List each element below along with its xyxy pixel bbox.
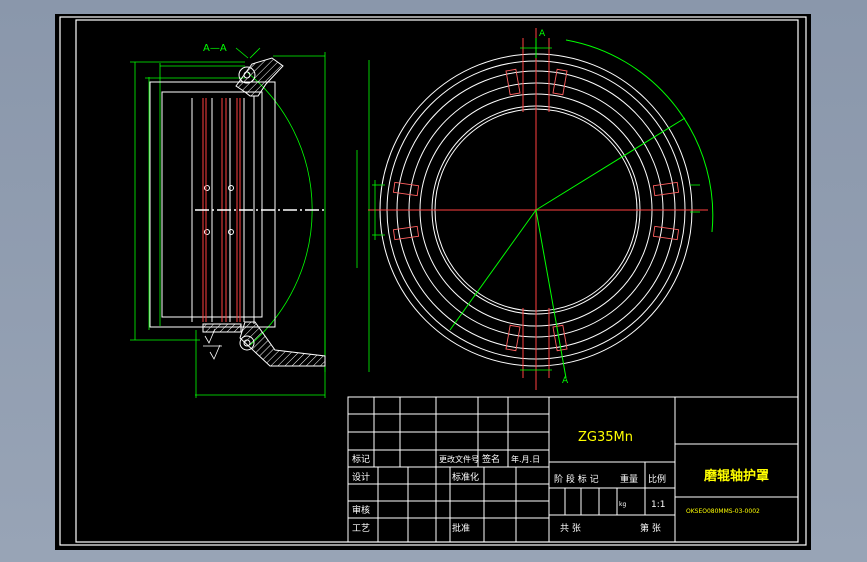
plan-view: A A [368, 28, 714, 390]
section-label: A—A [203, 43, 227, 54]
drawing-canvas[interactable]: A—A A A 标记 更改文件号 签名 年.月.日 设计 标准化 审核 工艺 批… [55, 14, 811, 550]
tb-process: 工艺 [352, 523, 370, 534]
tb-ratio: 比例 [648, 473, 666, 485]
title-block: 标记 更改文件号 签名 年.月.日 设计 标准化 审核 工艺 批准 阶 段 标 … [347, 396, 799, 543]
material-label: ZG35Mn [578, 430, 633, 445]
drawing-viewport[interactable]: A—A A A 标记 更改文件号 签名 年.月.日 设计 标准化 审核 工艺 批… [55, 14, 811, 550]
part-name: 磨辊轴护罩 [704, 468, 769, 484]
tb-change-doc: 更改文件号 [439, 454, 479, 464]
tb-date: 年.月.日 [511, 454, 540, 464]
section-outline [149, 66, 276, 351]
surface-symbols [203, 328, 222, 360]
tb-scale: 1:1 [651, 500, 665, 510]
cut-label-top: A [539, 29, 546, 39]
tb-total: 共 张 [560, 523, 581, 534]
tb-sheet: 第 张 [640, 522, 661, 534]
hatch-flange [202, 323, 242, 333]
tb-approve: 批准 [452, 522, 470, 534]
tb-weight-unit: kg [619, 501, 626, 508]
drawing-number: OKSEO080MMS-03-0002 [686, 508, 760, 515]
cut-label-bottom: A [562, 376, 569, 386]
tb-stage-mark: 阶 段 标 记 [554, 473, 599, 485]
cut-line-a [535, 209, 567, 379]
hatch-top [235, 57, 284, 97]
tb-weight: 重量 [620, 473, 638, 485]
tb-review: 审核 [352, 504, 370, 516]
tb-signature: 签名 [482, 453, 500, 465]
outer-border [59, 16, 807, 546]
section-view-aa: A—A [130, 43, 370, 398]
hatch-bottom [239, 321, 326, 367]
tb-standardize: 标准化 [452, 471, 479, 483]
cad-application-window: A—A A A 标记 更改文件号 签名 年.月.日 设计 标准化 审核 工艺 批… [0, 0, 867, 562]
tb-design: 设计 [352, 471, 370, 483]
tb-mark: 标记 [352, 453, 370, 465]
